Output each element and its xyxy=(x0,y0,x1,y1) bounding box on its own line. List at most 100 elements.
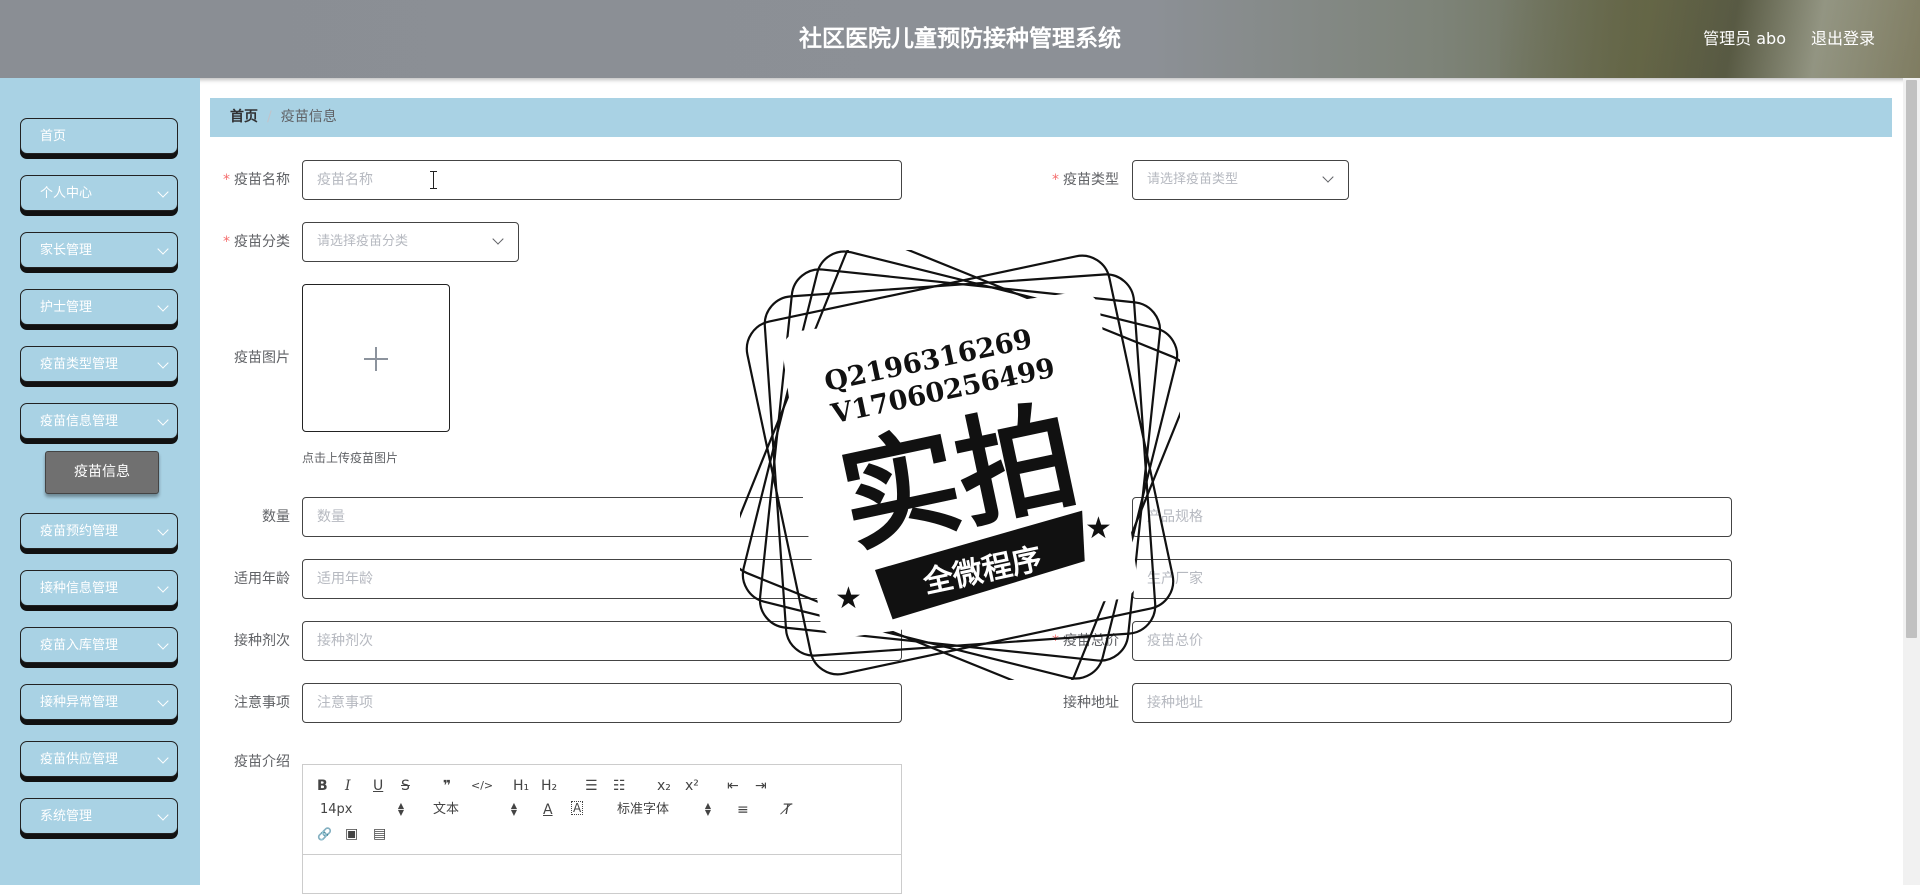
unordered-list-icon[interactable]: ☷ xyxy=(613,777,626,795)
image-upload-box[interactable] xyxy=(302,284,450,432)
vaccine-type-label: * 疫苗类型 xyxy=(999,160,1119,200)
required-asterisk: * xyxy=(223,172,230,188)
subscript-icon[interactable]: x₂ xyxy=(657,777,671,795)
chevron-down-icon xyxy=(157,243,169,255)
vaccine-category-label-text: 疫苗分类 xyxy=(234,234,290,250)
breadcrumb-home[interactable]: 首页 xyxy=(230,109,258,125)
watermark-stamp: Q2196316269 V17060256499 实拍 全微程序 ★ ★ xyxy=(740,250,1180,680)
sidebar-item-nurse-management[interactable]: 护士管理 xyxy=(20,289,178,325)
font-family-picker[interactable]: 标准字体 ▲ ▼ xyxy=(617,801,711,819)
link-icon[interactable]: 🔗 xyxy=(317,825,332,843)
address-input[interactable] xyxy=(1132,683,1732,723)
sidebar-item-label: 家长管理 xyxy=(40,243,93,258)
sidebar-item-label: 接种异常管理 xyxy=(40,695,119,710)
chevron-down-icon xyxy=(157,581,169,593)
sidebar-item-home[interactable]: 首页 xyxy=(20,118,178,154)
superscript-icon[interactable]: x² xyxy=(685,777,699,795)
sidebar-item-parent-management[interactable]: 家长管理 xyxy=(20,232,178,268)
dose-input[interactable] xyxy=(302,621,902,661)
intro-label: 疫苗介绍 xyxy=(234,754,290,770)
vaccine-category-select[interactable]: 请选择疫苗分类 xyxy=(302,222,519,262)
heading2-icon[interactable]: H₂ xyxy=(541,777,557,795)
plus-icon-vertical xyxy=(375,347,377,371)
chevron-down-icon xyxy=(157,357,169,369)
image-icon[interactable]: ▣ xyxy=(345,825,358,843)
vaccine-category-label: * 疫苗分类 xyxy=(170,222,290,262)
format-value: 文本 xyxy=(433,802,460,817)
chevron-down-icon xyxy=(157,638,169,650)
chevron-down-icon xyxy=(157,186,169,198)
sidebar-item-label: 首页 xyxy=(40,129,67,144)
sidebar-item-label: 疫苗预约管理 xyxy=(40,524,119,539)
sidebar-item-vaccine-appointment-management[interactable]: 疫苗预约管理 xyxy=(20,513,178,549)
notes-input[interactable] xyxy=(302,683,902,723)
required-asterisk: * xyxy=(1052,172,1059,188)
sidebar-item-vaccine-supply-management[interactable]: 疫苗供应管理 xyxy=(20,741,178,777)
logout-link[interactable]: 退出登录 xyxy=(1811,0,1875,78)
chevron-down-icon xyxy=(157,300,169,312)
blockquote-icon[interactable]: ❞ xyxy=(443,777,451,795)
rich-text-editor: B I U S ❞ </> H₁ H₂ ☰ ☷ x₂ x² ⇤ ⇥ 14px ▲ ▼… xyxy=(302,764,902,894)
sidebar-item-vaccine-type-management[interactable]: 疫苗类型管理 xyxy=(20,346,178,382)
quantity-label: 数量 xyxy=(262,509,290,525)
outdent-icon[interactable]: ⇤ xyxy=(727,777,739,795)
total-price-input[interactable] xyxy=(1132,621,1732,661)
vaccine-image-label: 疫苗图片 xyxy=(234,350,290,366)
notes-label: 注意事项 xyxy=(234,695,290,711)
chevron-down-icon xyxy=(157,414,169,426)
updown-arrows-icon: ▲ ▼ xyxy=(397,801,404,817)
clear-format-icon[interactable]: T̸ xyxy=(783,801,792,819)
quantity-input[interactable] xyxy=(302,497,902,537)
app-title: 社区医院儿童预防接种管理系统 xyxy=(799,26,1121,52)
sidebar-item-label: 疫苗供应管理 xyxy=(40,752,119,767)
breadcrumb-separator: / xyxy=(267,109,272,125)
breadcrumb: 首页 / 疫苗信息 xyxy=(210,98,1892,137)
sidebar-item-label: 疫苗入库管理 xyxy=(40,638,119,653)
sidebar-item-system-management[interactable]: 系统管理 xyxy=(20,798,178,834)
page-scrollbar-thumb[interactable] xyxy=(1906,80,1917,638)
bold-icon[interactable]: B xyxy=(317,777,328,795)
sidebar-item-vaccination-info-management[interactable]: 接种信息管理 xyxy=(20,570,178,606)
sidebar-subitem-vaccine-info[interactable]: 疫苗信息 xyxy=(45,451,159,494)
header-format-picker[interactable]: 文本 ▲ ▼ xyxy=(433,801,517,819)
vaccine-name-input[interactable] xyxy=(302,160,902,200)
watermark-line2: V17060256499 xyxy=(828,353,1058,431)
sidebar-item-vaccine-info-management[interactable]: 疫苗信息管理 xyxy=(20,403,178,439)
age-label: 适用年龄 xyxy=(234,571,290,587)
manufacturer-input[interactable] xyxy=(1132,559,1732,599)
font-size-picker[interactable]: 14px ▲ ▼ xyxy=(320,801,404,819)
updown-arrows-icon: ▲ ▼ xyxy=(510,801,517,817)
vaccine-name-label-text: 疫苗名称 xyxy=(234,172,290,188)
sidebar-item-personal-center[interactable]: 个人中心 xyxy=(20,175,178,211)
align-icon[interactable]: ≡ xyxy=(737,801,749,819)
address-label: 接种地址 xyxy=(1063,695,1119,711)
sidebar-item-label: 个人中心 xyxy=(40,186,93,201)
vaccine-type-select[interactable]: 请选择疫苗类型 xyxy=(1132,160,1349,200)
vaccine-type-label-text: 疫苗类型 xyxy=(1063,172,1119,188)
sidebar-item-label: 系统管理 xyxy=(40,809,93,824)
required-asterisk: * xyxy=(223,234,230,250)
manufacturer-label: 生产厂家 xyxy=(1063,571,1119,587)
chevron-down-icon xyxy=(1322,171,1334,183)
sidebar-item-vaccine-stock-management[interactable]: 疫苗入库管理 xyxy=(20,627,178,663)
heading1-icon[interactable]: H₁ xyxy=(513,777,529,795)
editor-toolbar: B I U S ❞ </> H₁ H₂ ☰ ☷ x₂ x² ⇤ ⇥ 14px ▲ ▼… xyxy=(303,765,901,855)
spec-input[interactable] xyxy=(1132,497,1732,537)
strikethrough-icon[interactable]: S xyxy=(401,777,410,795)
chevron-down-icon xyxy=(157,809,169,821)
underline-icon[interactable]: U xyxy=(373,777,383,795)
font-size-value: 14px xyxy=(320,802,353,817)
code-icon[interactable]: </> xyxy=(471,777,493,795)
video-icon[interactable]: ▤ xyxy=(373,825,386,843)
italic-icon[interactable]: I xyxy=(345,777,351,795)
sidebar-item-vaccination-abnormal-management[interactable]: 接种异常管理 xyxy=(20,684,178,720)
font-color-icon[interactable]: A xyxy=(543,801,553,819)
sidebar-item-label: 疫苗信息管理 xyxy=(40,414,119,429)
chevron-down-icon xyxy=(157,752,169,764)
vaccine-name-label: * 疫苗名称 xyxy=(170,160,290,200)
ordered-list-icon[interactable]: ☰ xyxy=(585,777,598,795)
required-asterisk: * xyxy=(1052,633,1059,649)
age-input[interactable] xyxy=(302,559,902,599)
indent-icon[interactable]: ⇥ xyxy=(755,777,767,795)
background-color-icon[interactable]: A xyxy=(571,801,584,815)
